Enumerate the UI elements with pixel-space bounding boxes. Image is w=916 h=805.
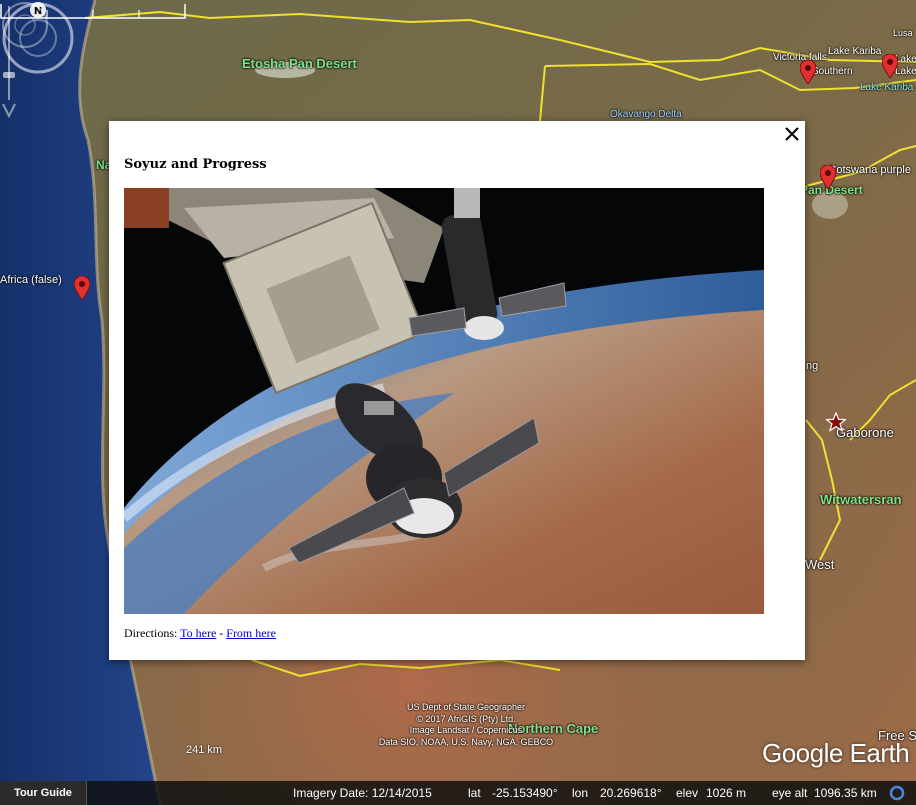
scale-bar [0,4,186,19]
lon-value: 20.269618° [600,786,662,800]
label-okavango[interactable]: Okavango Delta [610,109,682,120]
placemark-balloon: Soyuz and Progress Directions: To here -… [109,121,805,660]
attribution-line: © 2017 AfriGIS (Pty) Ltd. [416,713,516,724]
label-southern[interactable]: Southern [812,66,853,77]
label-etosha[interactable]: Etosha Pan Desert [242,56,357,71]
balloon-title: Soyuz and Progress [124,157,267,172]
imagery-date: Imagery Date: 12/14/2015 [293,786,432,800]
balloon-photo [124,188,764,614]
label-lake-kariba-1[interactable]: Lake Kariba [828,46,881,57]
label-africa-false[interactable]: Africa (false) [0,274,62,286]
placemark-pin-icon[interactable] [800,60,816,84]
attribution-line: US Dept of State Geographer [406,702,526,712]
streaming-progress-icon [889,785,905,801]
label-lusaka[interactable]: Lusa [893,28,913,38]
status-bar: Tour Guide Imagery Date: 12/14/2015 lat … [0,781,916,805]
label-lake-k[interactable]: Lake K [895,54,916,65]
eye-alt-value: 1096.35 km [814,786,877,800]
tour-guide-button[interactable]: Tour Guide [0,781,87,805]
to-here-link[interactable]: To here [180,626,216,640]
attribution-line: Data SIO, NOAA, U.S. Navy, NGA, GEBCO [378,736,554,747]
scale-label: 241 km [186,744,223,756]
directions-row: Directions: To here - From here [124,626,276,641]
label-west: West [805,557,835,572]
lon-label: lon [572,786,589,800]
placemark-pin-icon[interactable] [882,54,898,78]
lat-label: lat [468,786,481,800]
eye-alt-label: eye alt [772,786,808,800]
google-earth-logo: Google Earth [762,738,910,768]
lat-value: -25.153490° [492,786,558,800]
from-here-link[interactable]: From here [226,626,276,640]
placemark-pin-icon[interactable] [820,165,836,189]
attribution-line: Image Landsat / Copernicus [409,725,523,735]
label-lake-kar[interactable]: Lake Kar [895,66,916,77]
directions-separator: - [216,626,227,640]
elev-value: 1026 m [706,786,747,800]
elev-label: elev [676,786,699,800]
directions-label: Directions: [124,626,178,640]
label-ng: ng [806,360,819,372]
map-attribution: US Dept of State Geographer © 2017 AfriG… [366,702,566,748]
label-witwatersrand[interactable]: Witwatersran [820,492,902,507]
capital-star-icon[interactable] [826,412,846,432]
placemark-pin-icon[interactable] [74,276,90,300]
label-botswana[interactable]: Botswana purple [829,164,911,176]
label-lake-kariba-2[interactable]: Lake Kariba [860,82,913,93]
close-icon[interactable] [783,125,801,143]
